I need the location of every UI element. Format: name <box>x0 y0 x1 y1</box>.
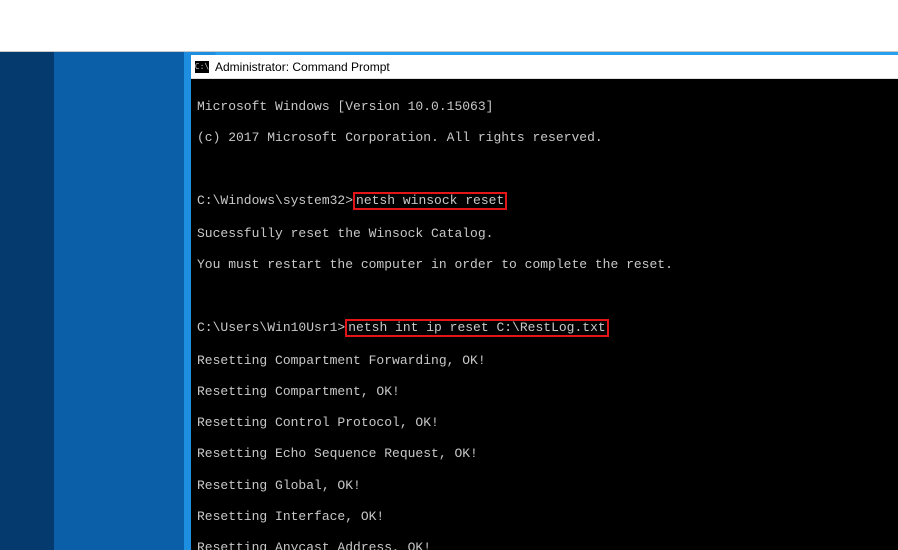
term-line: You must restart the computer in order t… <box>197 257 892 273</box>
term-blank <box>197 288 892 304</box>
prompt-path: C:\Users\Win10Usr1> <box>197 320 345 335</box>
term-line: (c) 2017 Microsoft Corporation. All righ… <box>197 130 892 146</box>
term-line: Resetting Compartment, OK! <box>197 384 892 400</box>
command-prompt-window: C:\ Administrator: Command Prompt Micros… <box>191 55 898 550</box>
prompt-path: C:\Windows\system32> <box>197 193 353 208</box>
highlighted-command: netsh int ip reset C:\RestLog.txt <box>345 319 608 337</box>
terminal-output[interactable]: Microsoft Windows [Version 10.0.15063] (… <box>191 79 898 550</box>
term-line: Microsoft Windows [Version 10.0.15063] <box>197 99 892 115</box>
highlighted-command: netsh winsock reset <box>353 192 507 210</box>
term-line: Resetting Global, OK! <box>197 478 892 494</box>
term-prompt-line: C:\Windows\system32>netsh winsock reset <box>197 192 892 210</box>
cmd-icon: C:\ <box>195 61 209 73</box>
term-blank <box>197 161 892 177</box>
term-line: Resetting Control Protocol, OK! <box>197 415 892 431</box>
term-line: Sucessfully reset the Winsock Catalog. <box>197 226 892 242</box>
window-titlebar[interactable]: C:\ Administrator: Command Prompt <box>191 55 898 79</box>
browser-top-bar <box>0 0 898 52</box>
term-line: Resetting Interface, OK! <box>197 509 892 525</box>
term-line: Resetting Compartment Forwarding, OK! <box>197 353 892 369</box>
term-line: Resetting Echo Sequence Request, OK! <box>197 446 892 462</box>
term-line: Resetting Anycast Address, OK! <box>197 540 892 550</box>
term-prompt-line: C:\Users\Win10Usr1>netsh int ip reset C:… <box>197 319 892 337</box>
window-title: Administrator: Command Prompt <box>215 60 390 74</box>
